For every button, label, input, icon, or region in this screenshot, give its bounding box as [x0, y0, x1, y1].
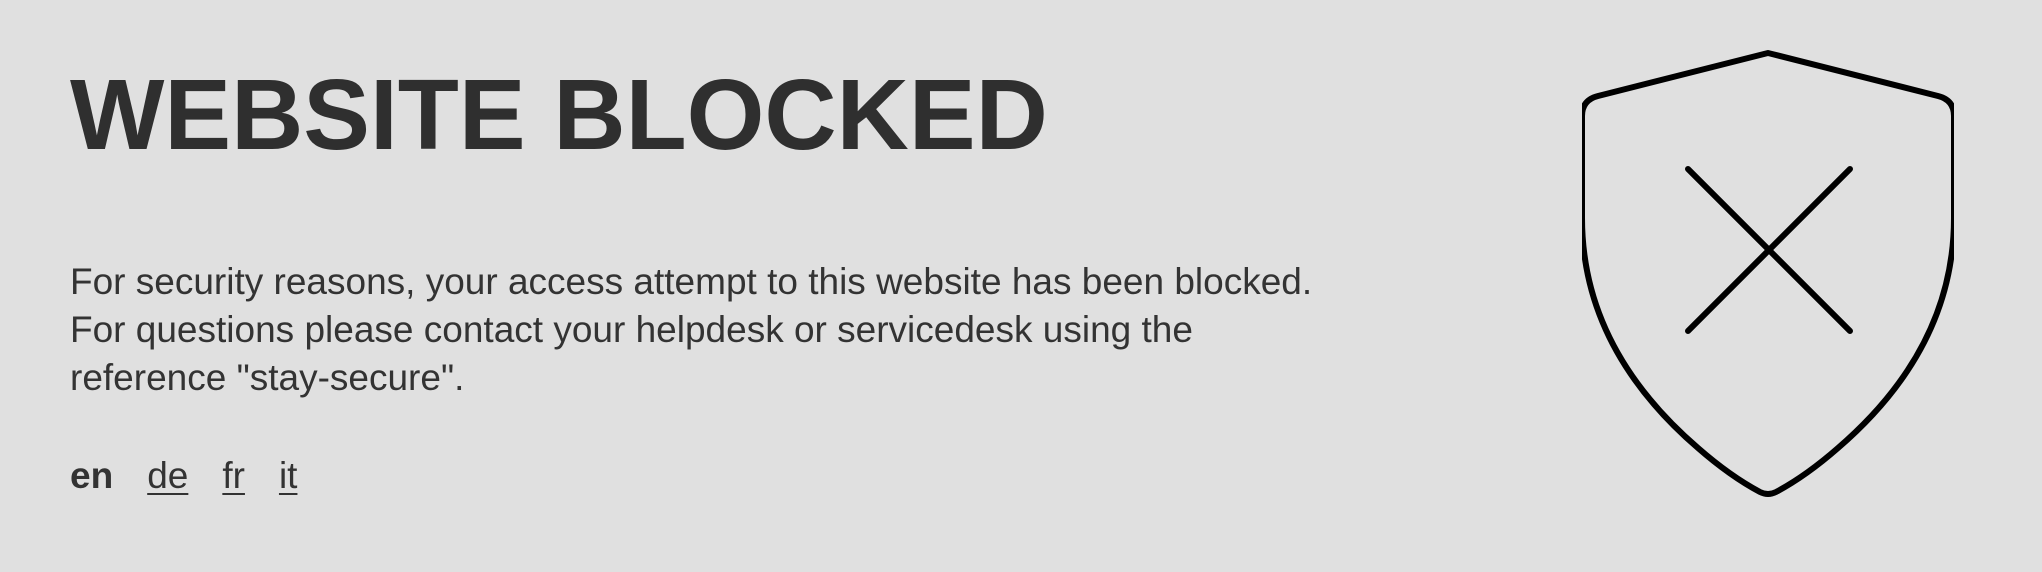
- language-switcher: en de fr it: [70, 452, 1490, 500]
- shield-x-icon: [1582, 50, 1954, 497]
- language-link-de[interactable]: de: [147, 452, 188, 500]
- block-message: For security reasons, your access attemp…: [70, 258, 1490, 402]
- blocked-content: WEBSITE BLOCKED For security reasons, yo…: [70, 60, 1490, 500]
- language-link-it[interactable]: it: [279, 452, 298, 500]
- message-line-1: For security reasons, your access attemp…: [70, 261, 1313, 302]
- blocked-page: WEBSITE BLOCKED For security reasons, yo…: [0, 0, 2042, 572]
- message-line-3: reference "stay-secure".: [70, 357, 465, 398]
- message-line-2: For questions please contact your helpde…: [70, 309, 1193, 350]
- page-title: WEBSITE BLOCKED: [70, 59, 1048, 171]
- language-current-en: en: [70, 455, 114, 496]
- language-link-fr[interactable]: fr: [222, 452, 245, 500]
